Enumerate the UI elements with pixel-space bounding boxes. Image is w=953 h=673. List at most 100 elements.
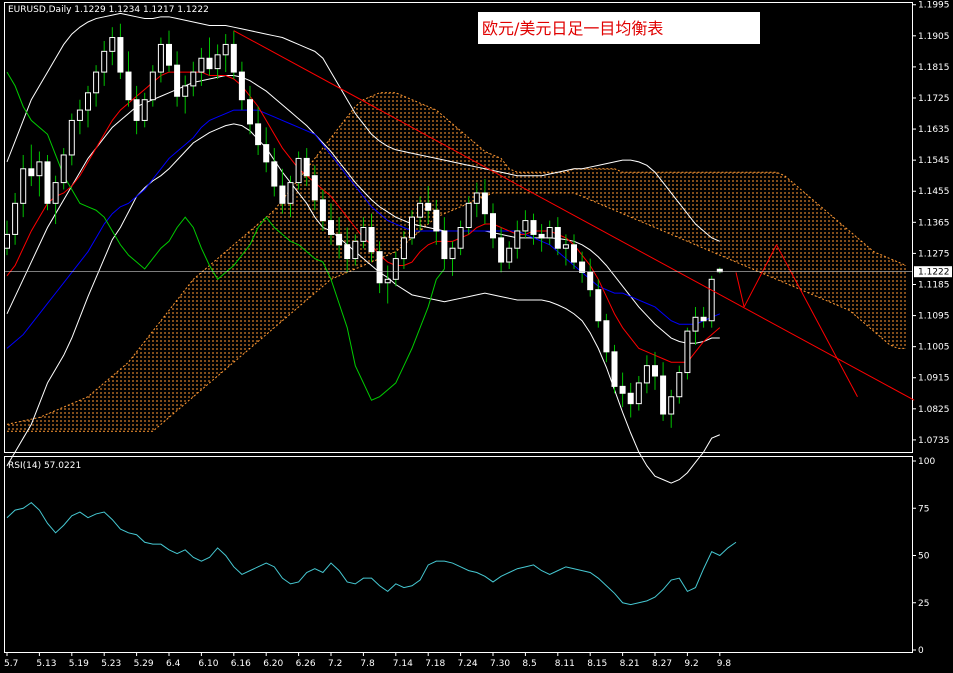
x-axis-ticks: 5.7 5.13 5.19 5.23 5.29 6.4 6.10 6.16 6.20 6.26 7.…	[4, 652, 731, 669]
candle-body	[627, 392, 634, 405]
candle-body	[352, 240, 359, 260]
candle-body	[279, 185, 286, 204]
x-tick-label: 8.27	[652, 659, 672, 669]
candle-body	[514, 230, 521, 249]
y-tick-label: 1.1185	[918, 280, 950, 290]
candle-body	[271, 161, 278, 187]
x-tick-label: 7.8	[360, 659, 375, 669]
y-tick-label: 1.0825	[918, 405, 950, 415]
candle-body	[643, 365, 650, 384]
y-tick-label: 1.1905	[918, 32, 950, 42]
candle-body	[52, 182, 59, 204]
y-tick-label: 1.1995	[918, 1, 950, 11]
candle-body	[133, 99, 140, 121]
candle-body	[149, 71, 156, 101]
current-price-label: 1.1222	[918, 268, 950, 278]
y-axis-ticks: 1.1995 1.1905 1.1815 1.1725 1.1635 1.1545 1.14…	[912, 1, 950, 446]
rsi-line	[6, 501, 737, 606]
kumo-cloud	[6, 92, 907, 432]
candle-body	[692, 316, 699, 332]
candle-body	[222, 43, 229, 56]
x-tick-label: 9.2	[684, 659, 698, 669]
rsi-tick-label: 100	[918, 457, 935, 467]
candle-body	[206, 57, 213, 70]
y-tick-label: 1.1005	[918, 343, 950, 353]
x-tick-label: 6.4	[166, 659, 181, 669]
candle-body	[619, 385, 626, 394]
candle-body	[214, 54, 221, 70]
candle-body	[457, 227, 464, 249]
candle-body	[441, 230, 448, 260]
candle-body	[125, 71, 132, 101]
candle-body	[166, 43, 172, 66]
candle-body	[384, 278, 391, 284]
kumo-fill	[7, 92, 907, 432]
y-tick-label: 1.0915	[918, 374, 950, 384]
candles	[4, 23, 723, 428]
x-tick-label: 5.19	[69, 659, 89, 669]
candle-body	[263, 144, 270, 163]
y-tick-label: 1.1095	[918, 312, 950, 322]
x-tick-label: 7.2	[328, 659, 342, 669]
candle-body	[336, 233, 343, 246]
candle-body	[247, 99, 253, 125]
chart-canvas: 1.1995 1.1905 1.1815 1.1725 1.1635 1.1545 1.14…	[4, 1, 952, 669]
candle-body	[652, 365, 658, 377]
candle-body	[60, 154, 67, 184]
candle-body	[287, 182, 294, 204]
candle-body	[660, 375, 667, 415]
trendline	[735, 272, 745, 308]
candle-body	[465, 202, 472, 228]
candle-body	[538, 233, 545, 239]
candle-body	[700, 316, 707, 322]
x-tick-label: 6.10	[198, 659, 218, 669]
candle-body	[716, 268, 723, 273]
candle-body	[490, 213, 496, 239]
x-tick-label: 5.29	[134, 659, 154, 669]
candle-body	[368, 227, 375, 253]
y-tick-label: 1.1815	[918, 63, 950, 73]
candle-body	[376, 251, 383, 284]
candle-body	[4, 233, 10, 249]
y-tick-label: 1.1455	[918, 187, 950, 197]
candle-body	[473, 192, 480, 204]
x-tick-label: 5.7	[4, 659, 18, 669]
candle-body	[506, 247, 513, 263]
y-tick-label: 1.0735	[918, 436, 950, 446]
y-tick-label: 1.1365	[918, 218, 950, 228]
candle-body	[76, 109, 83, 121]
candle-body	[579, 261, 586, 273]
candle-body	[198, 57, 205, 73]
x-tick-label: 7.14	[393, 659, 413, 669]
candle-body	[603, 320, 610, 353]
candle-body	[12, 202, 19, 235]
candle-body	[28, 168, 35, 177]
x-tick-label: 9.8	[717, 659, 732, 669]
x-tick-label: 7.30	[490, 659, 510, 669]
candle-body	[109, 37, 116, 52]
candle-body	[68, 119, 75, 156]
y-tick-label: 1.1275	[918, 249, 950, 259]
rsi-axis-ticks: 100 75 50 25 0	[912, 457, 935, 656]
candle-body	[417, 202, 424, 218]
candle-body	[562, 244, 569, 249]
x-tick-label: 8.11	[555, 659, 575, 669]
x-tick-label: 6.16	[231, 659, 251, 669]
x-tick-label: 8.5	[522, 659, 536, 669]
x-tick-label: 5.23	[101, 659, 121, 669]
x-tick-label: 8.21	[620, 659, 640, 669]
candle-body	[182, 85, 189, 97]
candle-body	[344, 244, 351, 260]
candle-body	[392, 258, 399, 280]
rsi-panel-frame	[4, 456, 913, 653]
x-tick-label: 7.18	[425, 659, 445, 669]
candle-body	[635, 382, 642, 405]
rsi-tick-label: 50	[918, 552, 930, 562]
candle-body	[400, 237, 407, 260]
candle-body	[611, 351, 618, 387]
chart-title: 欧元/美元日足一目均衡表	[482, 19, 663, 38]
candle-body	[554, 227, 561, 249]
candle-body	[311, 175, 318, 201]
candle-body	[530, 220, 537, 235]
candle-body	[546, 227, 553, 239]
